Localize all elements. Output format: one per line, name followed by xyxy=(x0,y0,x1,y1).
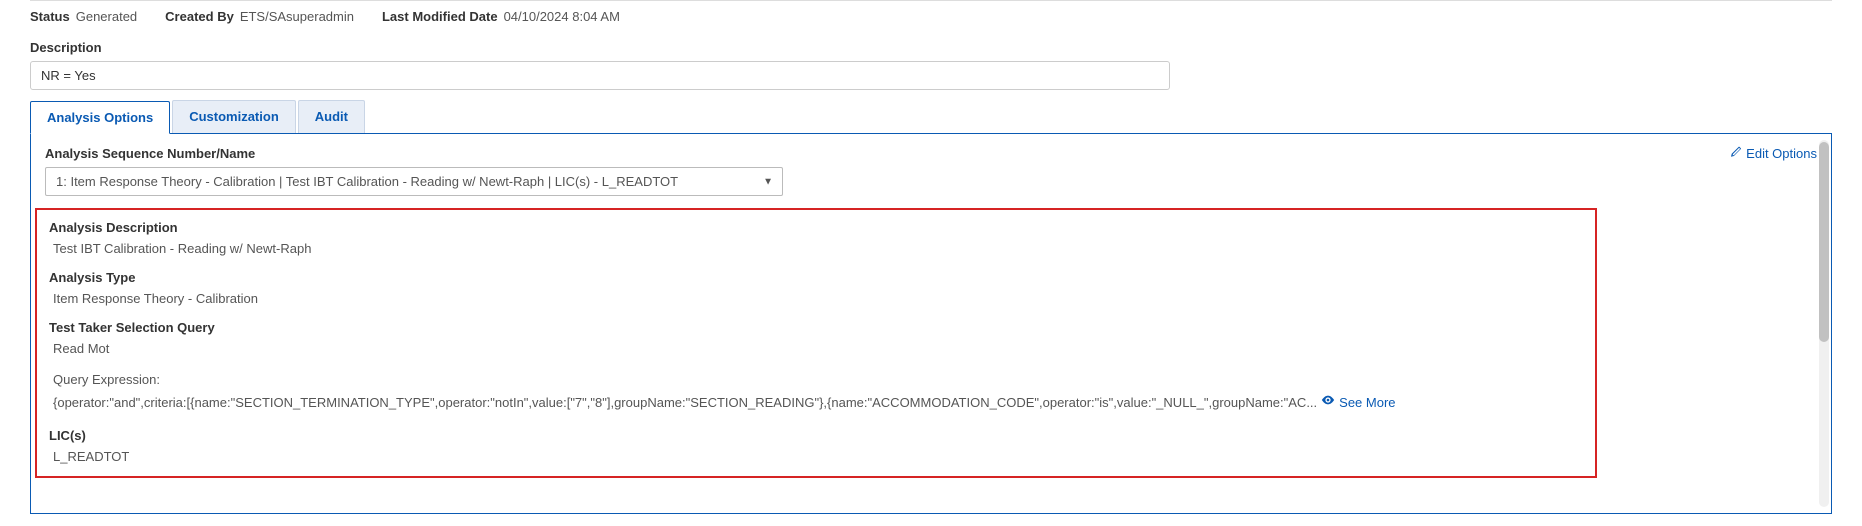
status-label: Status xyxy=(30,9,70,24)
scrollbar-thumb[interactable] xyxy=(1819,142,1829,342)
edit-options-label: Edit Options xyxy=(1746,146,1817,161)
meta-row: Status Generated Created By ETS/SAsupera… xyxy=(30,5,1832,32)
edit-icon xyxy=(1730,146,1742,161)
last-modified-value: 04/10/2024 8:04 AM xyxy=(504,9,620,24)
analysis-type-value: Item Response Theory - Calibration xyxy=(49,291,1583,306)
status-item: Status Generated xyxy=(30,9,137,24)
sequence-select-value: 1: Item Response Theory - Calibration | … xyxy=(45,167,783,196)
analysis-details-highlight: Analysis Description Test IBT Calibratio… xyxy=(35,208,1597,478)
created-by-label: Created By xyxy=(165,9,234,24)
analysis-description-block: Analysis Description Test IBT Calibratio… xyxy=(49,220,1583,256)
query-expression-value: {operator:"and",criteria:[{name:"SECTION… xyxy=(53,393,1317,414)
analysis-description-label: Analysis Description xyxy=(49,220,1583,235)
eye-icon xyxy=(1321,393,1335,414)
last-modified-label: Last Modified Date xyxy=(382,9,498,24)
edit-options-link[interactable]: Edit Options xyxy=(1730,146,1817,161)
see-more-label: See More xyxy=(1339,393,1395,414)
sequence-select[interactable]: 1: Item Response Theory - Calibration | … xyxy=(45,167,783,196)
analysis-type-block: Analysis Type Item Response Theory - Cal… xyxy=(49,270,1583,306)
tab-customization[interactable]: Customization xyxy=(172,100,296,133)
see-more-link[interactable]: See More xyxy=(1321,393,1395,414)
analysis-options-panel: Analysis Sequence Number/Name Edit Optio… xyxy=(30,134,1832,514)
tab-analysis-options[interactable]: Analysis Options xyxy=(30,101,170,134)
analysis-description-value: Test IBT Calibration - Reading w/ Newt-R… xyxy=(49,241,1583,256)
description-input[interactable] xyxy=(30,61,1170,90)
test-taker-query-block: Test Taker Selection Query Read Mot Quer… xyxy=(49,320,1583,414)
tab-audit[interactable]: Audit xyxy=(298,100,365,133)
analysis-type-label: Analysis Type xyxy=(49,270,1583,285)
sequence-label: Analysis Sequence Number/Name xyxy=(45,146,255,161)
status-value: Generated xyxy=(76,9,137,24)
panel-scrollbar[interactable] xyxy=(1819,140,1829,507)
lics-block: LIC(s) L_READTOT xyxy=(49,428,1583,464)
created-by-value: ETS/SAsuperadmin xyxy=(240,9,354,24)
test-taker-query-label: Test Taker Selection Query xyxy=(49,320,1583,335)
created-by-item: Created By ETS/SAsuperadmin xyxy=(165,9,354,24)
lics-value: L_READTOT xyxy=(49,449,1583,464)
test-taker-query-value: Read Mot xyxy=(49,341,1583,356)
tabs: Analysis Options Customization Audit xyxy=(30,100,1832,134)
last-modified-item: Last Modified Date 04/10/2024 8:04 AM xyxy=(382,9,620,24)
query-expression-label: Query Expression: xyxy=(53,370,160,391)
lics-label: LIC(s) xyxy=(49,428,1583,443)
description-label: Description xyxy=(30,40,1832,55)
